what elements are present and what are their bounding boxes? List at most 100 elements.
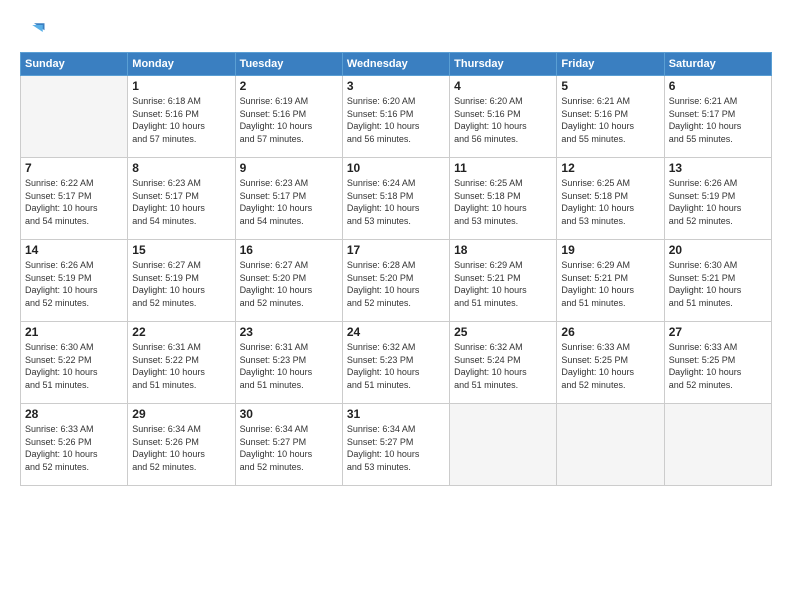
weekday-header-row: SundayMondayTuesdayWednesdayThursdayFrid… (21, 53, 772, 76)
calendar-cell: 7 Sunrise: 6:22 AM Sunset: 5:17 PM Daylig… (21, 158, 128, 240)
calendar-cell: 6 Sunrise: 6:21 AM Sunset: 5:17 PM Daylig… (664, 76, 771, 158)
day-info: Sunrise: 6:32 AM Sunset: 5:24 PM Dayligh… (454, 341, 552, 391)
weekday-header-friday: Friday (557, 53, 664, 76)
calendar-cell: 3 Sunrise: 6:20 AM Sunset: 5:16 PM Daylig… (342, 76, 449, 158)
day-number: 26 (561, 325, 659, 339)
calendar-cell: 20 Sunrise: 6:30 AM Sunset: 5:21 PM Dayli… (664, 240, 771, 322)
calendar: SundayMondayTuesdayWednesdayThursdayFrid… (20, 52, 772, 486)
day-info: Sunrise: 6:21 AM Sunset: 5:17 PM Dayligh… (669, 95, 767, 145)
day-number: 15 (132, 243, 230, 257)
calendar-cell: 12Sunrise: 6:25 AM Sunset: 5:18 PM Dayli… (557, 158, 664, 240)
day-info: Sunrise: 6:33 AM Sunset: 5:26 PM Dayligh… (25, 423, 123, 473)
day-info: Sunrise: 6:32 AM Sunset: 5:23 PM Dayligh… (347, 341, 445, 391)
day-info: Sunrise: 6:26 AM Sunset: 5:19 PM Dayligh… (25, 259, 123, 309)
calendar-cell: 24 Sunrise: 6:32 AM Sunset: 5:23 PM Dayli… (342, 322, 449, 404)
day-number: 27 (669, 325, 767, 339)
day-number: 21 (25, 325, 123, 339)
day-number: 24 (347, 325, 445, 339)
day-number: 18 (454, 243, 552, 257)
day-number: 10 (347, 161, 445, 175)
calendar-cell (450, 404, 557, 486)
day-info: Sunrise: 6:27 AM Sunset: 5:19 PM Dayligh… (132, 259, 230, 309)
day-number: 19 (561, 243, 659, 257)
week-row-1: 7 Sunrise: 6:22 AM Sunset: 5:17 PM Daylig… (21, 158, 772, 240)
calendar-cell: 15 Sunrise: 6:27 AM Sunset: 5:19 PM Dayli… (128, 240, 235, 322)
day-info: Sunrise: 6:34 AM Sunset: 5:27 PM Dayligh… (347, 423, 445, 473)
week-row-2: 14 Sunrise: 6:26 AM Sunset: 5:19 PM Dayli… (21, 240, 772, 322)
day-info: Sunrise: 6:31 AM Sunset: 5:23 PM Dayligh… (240, 341, 338, 391)
day-number: 31 (347, 407, 445, 421)
day-info: Sunrise: 6:30 AM Sunset: 5:22 PM Dayligh… (25, 341, 123, 391)
calendar-cell: 26 Sunrise: 6:33 AM Sunset: 5:25 PM Dayli… (557, 322, 664, 404)
day-number: 9 (240, 161, 338, 175)
day-info: Sunrise: 6:18 AM Sunset: 5:16 PM Dayligh… (132, 95, 230, 145)
header (20, 18, 772, 46)
calendar-cell: 16Sunrise: 6:27 AM Sunset: 5:20 PM Dayli… (235, 240, 342, 322)
week-row-4: 28 Sunrise: 6:33 AM Sunset: 5:26 PM Dayli… (21, 404, 772, 486)
weekday-header-saturday: Saturday (664, 53, 771, 76)
calendar-cell: 29Sunrise: 6:34 AM Sunset: 5:26 PM Dayli… (128, 404, 235, 486)
day-info: Sunrise: 6:33 AM Sunset: 5:25 PM Dayligh… (669, 341, 767, 391)
day-info: Sunrise: 6:26 AM Sunset: 5:19 PM Dayligh… (669, 177, 767, 227)
weekday-header-wednesday: Wednesday (342, 53, 449, 76)
day-number: 23 (240, 325, 338, 339)
day-number: 28 (25, 407, 123, 421)
day-number: 3 (347, 79, 445, 93)
calendar-cell: 2Sunrise: 6:19 AM Sunset: 5:16 PM Daylig… (235, 76, 342, 158)
calendar-cell: 30 Sunrise: 6:34 AM Sunset: 5:27 PM Dayli… (235, 404, 342, 486)
week-row-0: 1 Sunrise: 6:18 AM Sunset: 5:16 PM Daylig… (21, 76, 772, 158)
calendar-cell (21, 76, 128, 158)
calendar-cell: 22Sunrise: 6:31 AM Sunset: 5:22 PM Dayli… (128, 322, 235, 404)
day-info: Sunrise: 6:33 AM Sunset: 5:25 PM Dayligh… (561, 341, 659, 391)
calendar-cell: 13Sunrise: 6:26 AM Sunset: 5:19 PM Dayli… (664, 158, 771, 240)
day-info: Sunrise: 6:20 AM Sunset: 5:16 PM Dayligh… (347, 95, 445, 145)
day-number: 5 (561, 79, 659, 93)
day-number: 1 (132, 79, 230, 93)
day-number: 17 (347, 243, 445, 257)
day-number: 6 (669, 79, 767, 93)
calendar-cell: 1 Sunrise: 6:18 AM Sunset: 5:16 PM Daylig… (128, 76, 235, 158)
calendar-cell: 9 Sunrise: 6:23 AM Sunset: 5:17 PM Daylig… (235, 158, 342, 240)
day-info: Sunrise: 6:23 AM Sunset: 5:17 PM Dayligh… (240, 177, 338, 227)
calendar-cell (557, 404, 664, 486)
calendar-cell: 10Sunrise: 6:24 AM Sunset: 5:18 PM Dayli… (342, 158, 449, 240)
day-number: 25 (454, 325, 552, 339)
calendar-cell: 25 Sunrise: 6:32 AM Sunset: 5:24 PM Dayli… (450, 322, 557, 404)
day-number: 30 (240, 407, 338, 421)
calendar-cell: 17Sunrise: 6:28 AM Sunset: 5:20 PM Dayli… (342, 240, 449, 322)
day-number: 4 (454, 79, 552, 93)
day-info: Sunrise: 6:31 AM Sunset: 5:22 PM Dayligh… (132, 341, 230, 391)
day-number: 7 (25, 161, 123, 175)
calendar-cell: 18 Sunrise: 6:29 AM Sunset: 5:21 PM Dayli… (450, 240, 557, 322)
logo (20, 18, 52, 46)
day-info: Sunrise: 6:34 AM Sunset: 5:27 PM Dayligh… (240, 423, 338, 473)
day-info: Sunrise: 6:25 AM Sunset: 5:18 PM Dayligh… (454, 177, 552, 227)
calendar-cell: 23 Sunrise: 6:31 AM Sunset: 5:23 PM Dayli… (235, 322, 342, 404)
calendar-cell (664, 404, 771, 486)
weekday-header-tuesday: Tuesday (235, 53, 342, 76)
day-info: Sunrise: 6:22 AM Sunset: 5:17 PM Dayligh… (25, 177, 123, 227)
calendar-cell: 31 Sunrise: 6:34 AM Sunset: 5:27 PM Dayli… (342, 404, 449, 486)
day-info: Sunrise: 6:30 AM Sunset: 5:21 PM Dayligh… (669, 259, 767, 309)
day-number: 29 (132, 407, 230, 421)
day-number: 14 (25, 243, 123, 257)
day-number: 2 (240, 79, 338, 93)
calendar-cell: 14 Sunrise: 6:26 AM Sunset: 5:19 PM Dayli… (21, 240, 128, 322)
day-number: 20 (669, 243, 767, 257)
calendar-cell: 5 Sunrise: 6:21 AM Sunset: 5:16 PM Daylig… (557, 76, 664, 158)
day-info: Sunrise: 6:29 AM Sunset: 5:21 PM Dayligh… (454, 259, 552, 309)
day-info: Sunrise: 6:23 AM Sunset: 5:17 PM Dayligh… (132, 177, 230, 227)
calendar-cell: 19 Sunrise: 6:29 AM Sunset: 5:21 PM Dayli… (557, 240, 664, 322)
day-info: Sunrise: 6:21 AM Sunset: 5:16 PM Dayligh… (561, 95, 659, 145)
weekday-header-monday: Monday (128, 53, 235, 76)
weekday-header-sunday: Sunday (21, 53, 128, 76)
day-number: 16 (240, 243, 338, 257)
day-number: 11 (454, 161, 552, 175)
day-info: Sunrise: 6:29 AM Sunset: 5:21 PM Dayligh… (561, 259, 659, 309)
day-number: 12 (561, 161, 659, 175)
calendar-cell: 21 Sunrise: 6:30 AM Sunset: 5:22 PM Dayli… (21, 322, 128, 404)
calendar-cell: 11 Sunrise: 6:25 AM Sunset: 5:18 PM Dayli… (450, 158, 557, 240)
week-row-3: 21 Sunrise: 6:30 AM Sunset: 5:22 PM Dayli… (21, 322, 772, 404)
calendar-cell: 8Sunrise: 6:23 AM Sunset: 5:17 PM Daylig… (128, 158, 235, 240)
page: SundayMondayTuesdayWednesdayThursdayFrid… (0, 0, 792, 612)
